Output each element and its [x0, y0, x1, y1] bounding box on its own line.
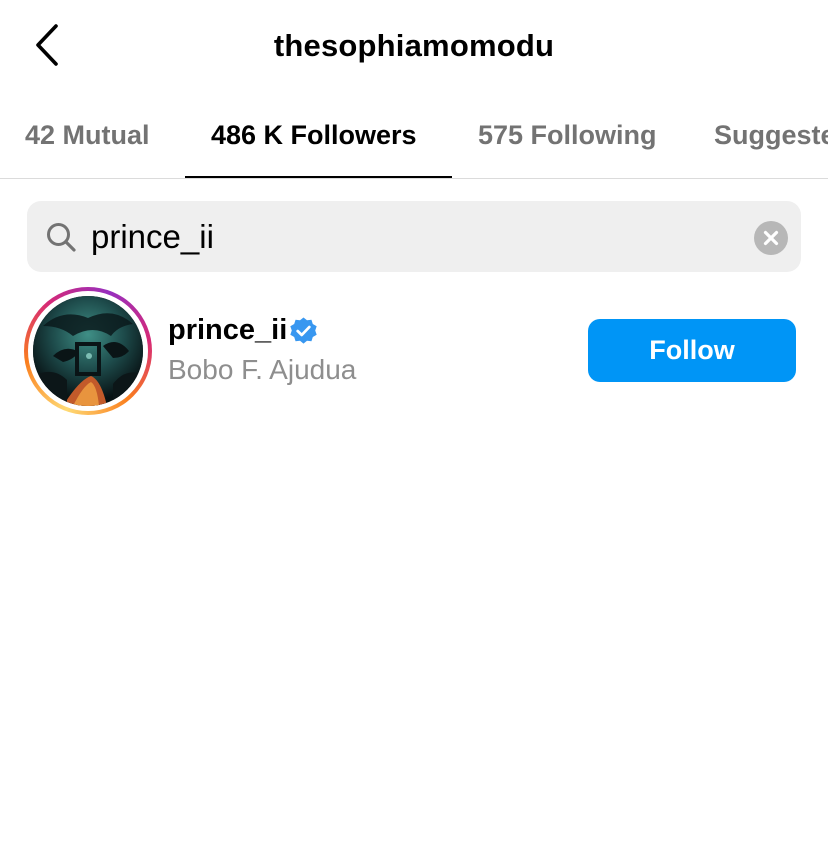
avatar — [33, 296, 143, 406]
search-icon — [47, 223, 76, 252]
tab-following[interactable]: 575 Following — [478, 100, 657, 178]
search-bar[interactable] — [27, 201, 801, 272]
full-name: Bobo F. Ajudua — [168, 354, 357, 385]
follow-button[interactable]: Follow — [588, 319, 796, 382]
search-input[interactable] — [91, 211, 731, 263]
page-title: thesophiamomodu — [273, 28, 555, 63]
username[interactable]: prince_ii — [168, 314, 287, 347]
tab-bar: 42 Mutual 486 K Followers 575 Following … — [0, 100, 828, 179]
story-ring[interactable] — [24, 287, 152, 415]
verified-badge-icon — [290, 317, 317, 344]
clear-icon — [763, 230, 779, 246]
top-bar: thesophiamomodu — [0, 0, 828, 95]
tab-mutual[interactable]: 42 Mutual — [25, 100, 150, 178]
clear-search-button[interactable] — [754, 221, 788, 255]
tab-followers[interactable]: 486 K Followers — [211, 100, 417, 178]
active-tab-indicator — [185, 176, 452, 178]
list-item[interactable]: prince_ii Bobo F. Ajudua Follow — [0, 285, 828, 417]
tab-suggested[interactable]: Suggested — [714, 100, 828, 178]
